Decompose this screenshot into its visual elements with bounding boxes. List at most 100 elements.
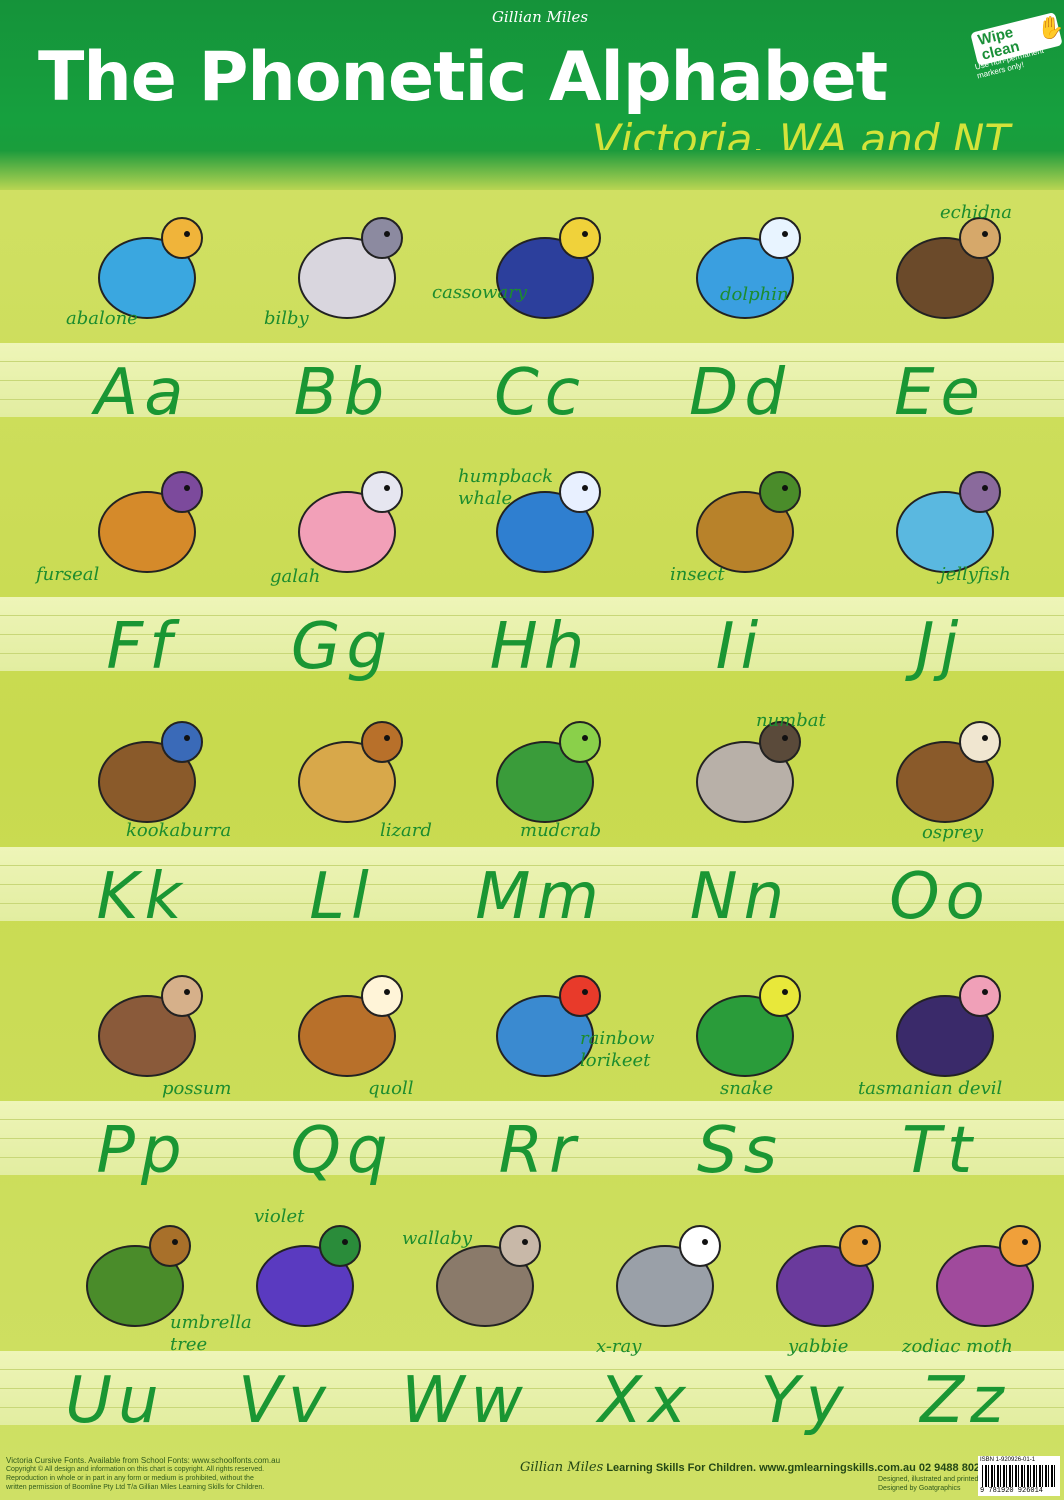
letter-pair: Kk xyxy=(96,860,188,934)
animal-word: osprey xyxy=(922,822,983,844)
animal-word-line: dolphin xyxy=(720,284,789,305)
animal-word-line: snake xyxy=(720,1078,774,1099)
footer-copyright: Victoria Cursive Fonts. Available from S… xyxy=(6,1456,336,1492)
rainbow-lorikeet-icon xyxy=(496,975,601,1077)
animal-word-line: insect xyxy=(670,564,725,585)
alphabet-cell: rainbow lorikeet Rr xyxy=(440,946,654,1196)
yabbie-icon xyxy=(776,1225,881,1327)
animal-word-line: x-ray xyxy=(596,1336,642,1357)
alphabet-cell: x-ray Xx xyxy=(560,1196,730,1446)
alphabet-cell: numbat Nn xyxy=(640,692,840,942)
letter-pair: Cc xyxy=(494,356,586,430)
animal-word-line: wallaby xyxy=(402,1228,473,1249)
letter-pair: Nn xyxy=(689,860,791,934)
wallaby-icon xyxy=(436,1225,541,1327)
letter-pair: Ee xyxy=(894,356,986,430)
animal-word-line: lizard xyxy=(380,820,432,841)
alphabet-cell: yabbie Yy xyxy=(720,1196,890,1446)
animal-word-line: possum xyxy=(162,1078,232,1099)
alphabet-cell: humpback whale Hh xyxy=(440,442,640,692)
animal-word: lizard xyxy=(380,820,432,842)
animal-word: bilby xyxy=(264,308,309,330)
violet-icon xyxy=(256,1225,361,1327)
alphabet-cell: wallaby Ww xyxy=(380,1196,550,1446)
animal-word: kookaburra xyxy=(126,820,231,842)
alphabet-cell: echidna Ee xyxy=(840,188,1040,438)
letter-pair: Bb xyxy=(293,356,391,430)
alphabet-cell: galah Gg xyxy=(242,442,442,692)
footer-brand: Gillian Miles Learning Skills For Childr… xyxy=(520,1460,986,1475)
letter-pair: Gg xyxy=(290,610,394,684)
barcode: ISBN 1-920926-01-1 9 781920 926014 xyxy=(978,1456,1060,1496)
copyright-line-2: Reproduction in whole or in part in any … xyxy=(6,1475,254,1482)
animal-word: tasmanian devil xyxy=(858,1078,1002,1100)
zodiac-moth-icon xyxy=(936,1225,1041,1327)
alphabet-cell: abalone Aa xyxy=(42,188,242,438)
letter-pair: Tt xyxy=(901,1114,979,1188)
animal-word: wallaby xyxy=(402,1228,472,1250)
alphabet-cell: osprey Oo xyxy=(840,692,1040,942)
animal-word: cassowary xyxy=(432,282,527,304)
animal-word: zodiac moth xyxy=(902,1336,1013,1358)
animal-word: galah xyxy=(270,566,320,588)
letter-pair: Pp xyxy=(96,1114,188,1188)
letter-pair: Jj xyxy=(915,610,965,684)
alphabet-cell: furseal Ff xyxy=(36,442,242,692)
animal-word-line: numbat xyxy=(756,710,826,731)
letter-pair: Hh xyxy=(489,610,591,684)
animal-word: snake xyxy=(720,1078,773,1100)
isbn-text: ISBN 1-920926-01-1 xyxy=(980,1457,1036,1463)
fonts-note: Victoria Cursive Fonts. Available from S… xyxy=(6,1456,281,1465)
alphabet-cell: dolphin Dd xyxy=(640,188,840,438)
animal-word-line: bilby xyxy=(264,308,309,329)
animal-word: yabbie xyxy=(788,1336,848,1358)
alphabet-cell: jellyfish Jj xyxy=(840,442,1040,692)
animal-word-line: quoll xyxy=(368,1078,414,1099)
animal-word-line: zodiac moth xyxy=(902,1336,1013,1357)
copyright-line-3: written permission of Boomline Pty Ltd T… xyxy=(6,1484,265,1491)
animal-word: numbat xyxy=(756,710,826,732)
letter-pair: Uu xyxy=(65,1364,165,1438)
poster-header: Gillian Miles The Phonetic Alphabet Vict… xyxy=(0,0,1064,170)
barcode-bars xyxy=(982,1465,1056,1487)
animal-word-line: humpback xyxy=(458,466,554,487)
alphabet-cell: possum Pp xyxy=(42,946,242,1196)
header-gradient xyxy=(0,150,1064,190)
animal-word: mudcrab xyxy=(520,820,601,842)
alphabet-cell: violet Vv xyxy=(200,1196,370,1446)
animal-word: furseal xyxy=(36,564,99,586)
animal-word: dolphin xyxy=(720,284,789,306)
letter-pair: Oo xyxy=(889,860,991,934)
letter-pair: Xx xyxy=(598,1364,692,1438)
poster-title: The Phonetic Alphabet xyxy=(38,38,888,117)
alphabet-cell: zodiac moth Zz xyxy=(880,1196,1050,1446)
letter-pair: Ll xyxy=(309,860,375,934)
alphabet-cell: snake Ss xyxy=(640,946,840,1196)
alphabet-cell: insect Ii xyxy=(640,442,840,692)
alphabet-cell: kookaburra Kk xyxy=(42,692,242,942)
animal-word-line: abalone xyxy=(66,308,138,329)
letter-pair: Ss xyxy=(697,1114,783,1188)
letter-pair: Ww xyxy=(401,1364,529,1438)
alphabet-poster: Gillian Miles The Phonetic Alphabet Vict… xyxy=(0,0,1064,1500)
letter-pair: Zz xyxy=(920,1364,1010,1438)
footer-tagline: Learning Skills For Children. www.gmlear… xyxy=(606,1462,987,1474)
letter-pair: Ii xyxy=(715,610,765,684)
animal-word: possum xyxy=(162,1078,232,1100)
cassowary-icon xyxy=(496,217,601,319)
letter-pair: Qq xyxy=(290,1114,394,1188)
barcode-number: 9 781920 926014 xyxy=(980,1487,1044,1495)
animal-word-line: tasmanian devil xyxy=(858,1078,1003,1099)
animal-word-line: furseal xyxy=(36,564,100,585)
alphabet-cell: mudcrab Mm xyxy=(440,692,640,942)
footer-brand-logo: Gillian Miles xyxy=(520,1460,604,1475)
alphabet-cell: umbrella tree Uu xyxy=(30,1196,252,1446)
animal-word: quoll xyxy=(368,1078,413,1100)
animal-word: abalone xyxy=(66,308,138,330)
animal-word: jellyfish xyxy=(940,564,1011,586)
alphabet-cell: tasmanian devil Tt xyxy=(840,946,1040,1196)
letter-pair: Yy xyxy=(760,1364,850,1438)
animal-word-line: kookaburra xyxy=(126,820,232,841)
letter-pair: Ff xyxy=(106,610,178,684)
animal-word-line: mudcrab xyxy=(520,820,602,841)
